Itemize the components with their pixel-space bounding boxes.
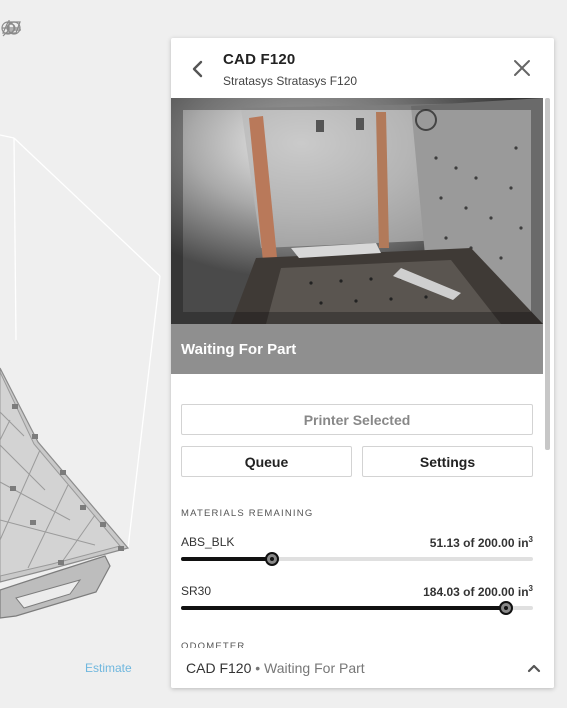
close-icon[interactable]	[510, 56, 534, 80]
printer-model: Stratasys Stratasys F120	[223, 74, 358, 88]
material-level-track	[181, 552, 533, 566]
material-total: 200.00	[477, 536, 515, 550]
printer-panel: CAD F120 Stratasys Stratasys F120 Waitin…	[171, 38, 554, 688]
view-toolbar	[0, 18, 98, 46]
material-remaining: 51.13	[429, 536, 460, 550]
camera-status-bar: Waiting For Part	[171, 324, 543, 374]
material-level-handle[interactable]	[498, 601, 513, 615]
material-name: SR30	[181, 584, 212, 598]
printer-name: CAD F120	[223, 51, 296, 68]
printer-camera-feed	[171, 98, 543, 324]
footer-status-text: CAD F120 • Waiting For Part	[186, 660, 365, 676]
chevron-up-icon[interactable]	[526, 660, 542, 676]
material-level-fill	[181, 606, 505, 610]
material-level-track	[181, 601, 533, 615]
settings-button[interactable]: Settings	[362, 446, 533, 477]
axes-icon[interactable]	[2, 18, 98, 46]
footer-separator: •	[255, 660, 261, 676]
printer-selected-button[interactable]: Printer Selected	[181, 404, 533, 435]
estimate-link[interactable]: Estimate	[85, 661, 132, 675]
material-total: 200.00	[477, 585, 515, 599]
camera-status-text: Waiting For Part	[181, 341, 297, 358]
material-amount: 51.13 of 200.00 in3	[429, 535, 533, 550]
footer-printer-status: Waiting For Part	[264, 660, 365, 676]
shaded-view-icon[interactable]	[2, 18, 64, 46]
footer-printer-name: CAD F120	[186, 660, 252, 676]
material-remaining: 184.03	[423, 585, 460, 599]
material-level-fill	[181, 557, 271, 561]
panel-header: CAD F120 Stratasys Stratasys F120	[171, 38, 554, 98]
chevron-left-icon[interactable]	[185, 56, 209, 82]
panel-footer[interactable]: CAD F120 • Waiting For Part	[171, 648, 554, 688]
material-unit-power: 3	[528, 584, 533, 593]
material-unit: in	[517, 585, 529, 599]
materials-heading: MATERIALS REMAINING	[181, 508, 314, 519]
material-amount: 184.03 of 200.00 in3	[423, 584, 533, 599]
material-name: ABS_BLK	[181, 535, 235, 549]
material-unit-power: 3	[528, 535, 533, 544]
queue-button[interactable]: Queue	[181, 446, 352, 477]
panel-scrollbar[interactable]	[545, 98, 550, 450]
material-unit: in	[517, 536, 529, 550]
material-level-handle[interactable]	[265, 552, 279, 566]
